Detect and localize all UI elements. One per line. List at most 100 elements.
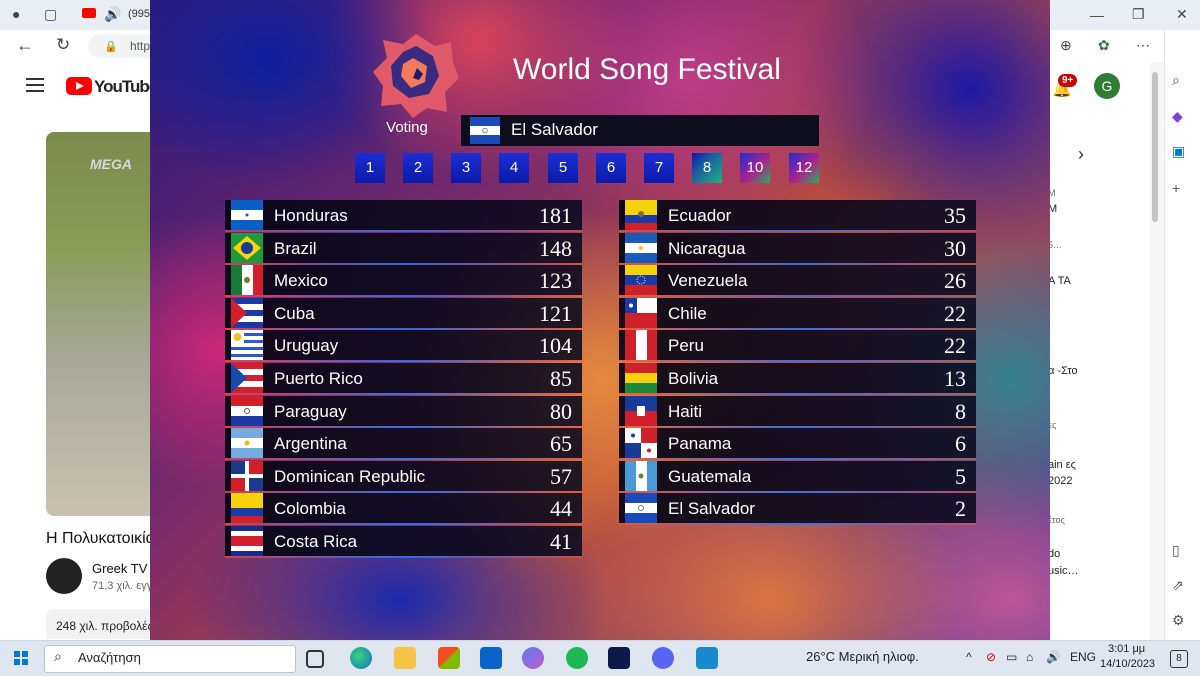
- profile-icon[interactable]: ●: [12, 6, 20, 22]
- video-thumbnail[interactable]: [46, 132, 150, 516]
- collections-icon[interactable]: ⊕: [1060, 37, 1072, 53]
- sidebar-snippet[interactable]: 2022: [1048, 475, 1072, 487]
- store-icon[interactable]: [438, 647, 460, 669]
- shopping-icon[interactable]: ◆: [1172, 108, 1183, 125]
- row-divider: [225, 556, 582, 558]
- back-icon[interactable]: ←: [16, 36, 34, 54]
- video-title[interactable]: Η Πολυκατοικία: [46, 530, 150, 548]
- points-button: 8: [692, 153, 722, 183]
- recommendations-panel: [1050, 62, 1150, 640]
- account-avatar[interactable]: G: [1094, 73, 1120, 99]
- clock-date[interactable]: 14/10/2023: [1100, 658, 1155, 670]
- country-flag: [231, 428, 263, 459]
- task-view-icon[interactable]: [306, 650, 324, 668]
- channel-name[interactable]: Greek TV: [92, 561, 147, 576]
- sidebar-snippet[interactable]: 5…: [1048, 240, 1062, 250]
- network-icon[interactable]: ⌂: [1026, 650, 1033, 664]
- country-flag: [231, 330, 263, 361]
- country-points: 181: [539, 203, 572, 228]
- clock-time[interactable]: 3:01 μμ: [1108, 643, 1145, 655]
- spotify-icon[interactable]: [566, 647, 588, 669]
- scoreboard-row: Paraguay 80: [225, 395, 582, 428]
- row-divider: [619, 523, 976, 526]
- weather-widget[interactable]: 26°C Μερική ηλιοφ.: [806, 649, 919, 664]
- scrollbar-thumb[interactable]: [1152, 72, 1158, 222]
- country-points: 5: [955, 463, 966, 489]
- menu-icon[interactable]: [26, 78, 44, 92]
- taskbar-search-placeholder[interactable]: Αναζήτηση: [78, 650, 141, 665]
- country-flag: [231, 363, 263, 393]
- open-external-icon[interactable]: ⇗: [1172, 577, 1184, 594]
- display-icon[interactable]: ▭: [1006, 650, 1017, 664]
- extensions-icon[interactable]: ✿: [1098, 37, 1110, 53]
- sidebar-snippet[interactable]: Α ΤΑ: [1048, 275, 1071, 287]
- scoreboard-row: Guatemala 5: [619, 460, 976, 493]
- settings-icon[interactable]: ⚙: [1172, 612, 1185, 629]
- search-icon[interactable]: ⌕: [54, 648, 62, 665]
- country-name: Peru: [668, 336, 704, 356]
- restore-icon[interactable]: ❐: [1132, 6, 1145, 22]
- country-points: 35: [944, 203, 966, 228]
- country-flag: [231, 460, 263, 491]
- disney-plus-icon[interactable]: [608, 647, 630, 669]
- more-icon[interactable]: ⋯: [1136, 37, 1150, 53]
- country-name: El Salvador: [668, 499, 755, 519]
- start-button-icon[interactable]: [14, 651, 28, 665]
- country-name: Brazil: [274, 238, 317, 258]
- copilot-app-icon[interactable]: [522, 647, 544, 669]
- media-app-icon[interactable]: [696, 647, 718, 669]
- file-explorer-icon[interactable]: [394, 647, 416, 669]
- sidebar-snippet[interactable]: α -Στο: [1048, 365, 1078, 377]
- country-points: 123: [539, 268, 572, 294]
- country-name: Nicaragua: [668, 238, 746, 258]
- country-flag: [231, 265, 263, 296]
- sidebar-snippet[interactable]: έτος: [1048, 515, 1065, 525]
- minimize-icon[interactable]: —: [1090, 7, 1104, 23]
- refresh-icon[interactable]: ↻: [56, 36, 70, 53]
- chevron-up-icon[interactable]: ^: [966, 650, 972, 664]
- country-flag: [231, 395, 263, 426]
- country-flag: [625, 395, 657, 426]
- country-name: Puerto Rico: [274, 369, 363, 388]
- current-voter-flag: [470, 117, 500, 144]
- security-icon[interactable]: ⊘: [986, 650, 996, 664]
- lock-icon[interactable]: 🔒: [104, 39, 118, 55]
- youtube-logo-text[interactable]: YouTube: [94, 77, 158, 97]
- country-points: 85: [550, 366, 572, 391]
- sidebar-snippet[interactable]: usic…: [1048, 565, 1079, 577]
- country-name: Mexico: [274, 271, 328, 291]
- country-flag: [625, 428, 657, 459]
- notification-badge[interactable]: 9+: [1058, 74, 1078, 87]
- country-name: Uruguay: [274, 336, 339, 356]
- chevron-right-icon[interactable]: ›: [1078, 144, 1084, 165]
- country-name: Argentina: [274, 434, 347, 454]
- add-icon[interactable]: +: [1172, 180, 1180, 196]
- scoreboard-row: El Salvador 2: [619, 493, 976, 526]
- edge-icon[interactable]: [350, 647, 372, 669]
- youtube-tab-icon[interactable]: [82, 8, 96, 18]
- country-points: 13: [944, 366, 966, 391]
- youtube-logo-icon[interactable]: [66, 77, 92, 95]
- volume-icon[interactable]: 🔊: [1046, 650, 1061, 664]
- channel-avatar[interactable]: [46, 558, 82, 594]
- tab-actions-icon[interactable]: ▢: [44, 6, 57, 22]
- search-icon[interactable]: ⌕: [1172, 72, 1180, 89]
- mail-icon[interactable]: [480, 647, 502, 669]
- country-points: 80: [550, 398, 572, 424]
- scoreboard-row: Ecuador 35: [619, 200, 976, 232]
- discord-icon[interactable]: [652, 647, 674, 669]
- outlook-icon[interactable]: ▣: [1172, 143, 1185, 160]
- sidebar-snippet[interactable]: ain ες: [1048, 459, 1076, 471]
- notification-center-icon[interactable]: 8: [1170, 650, 1188, 668]
- country-points: 104: [539, 333, 572, 359]
- country-name: Colombia: [274, 499, 346, 519]
- tab-title[interactable]: (995: [128, 8, 150, 20]
- close-icon[interactable]: ✕: [1176, 6, 1188, 22]
- language-indicator[interactable]: ENG: [1070, 650, 1096, 664]
- speaker-icon[interactable]: 🔊: [104, 6, 121, 22]
- country-flag: [625, 232, 657, 263]
- address-text[interactable]: http: [130, 39, 150, 53]
- country-flag: [625, 200, 657, 230]
- sidebar-toggle-icon[interactable]: ▯: [1172, 542, 1180, 559]
- country-name: Guatemala: [668, 466, 752, 486]
